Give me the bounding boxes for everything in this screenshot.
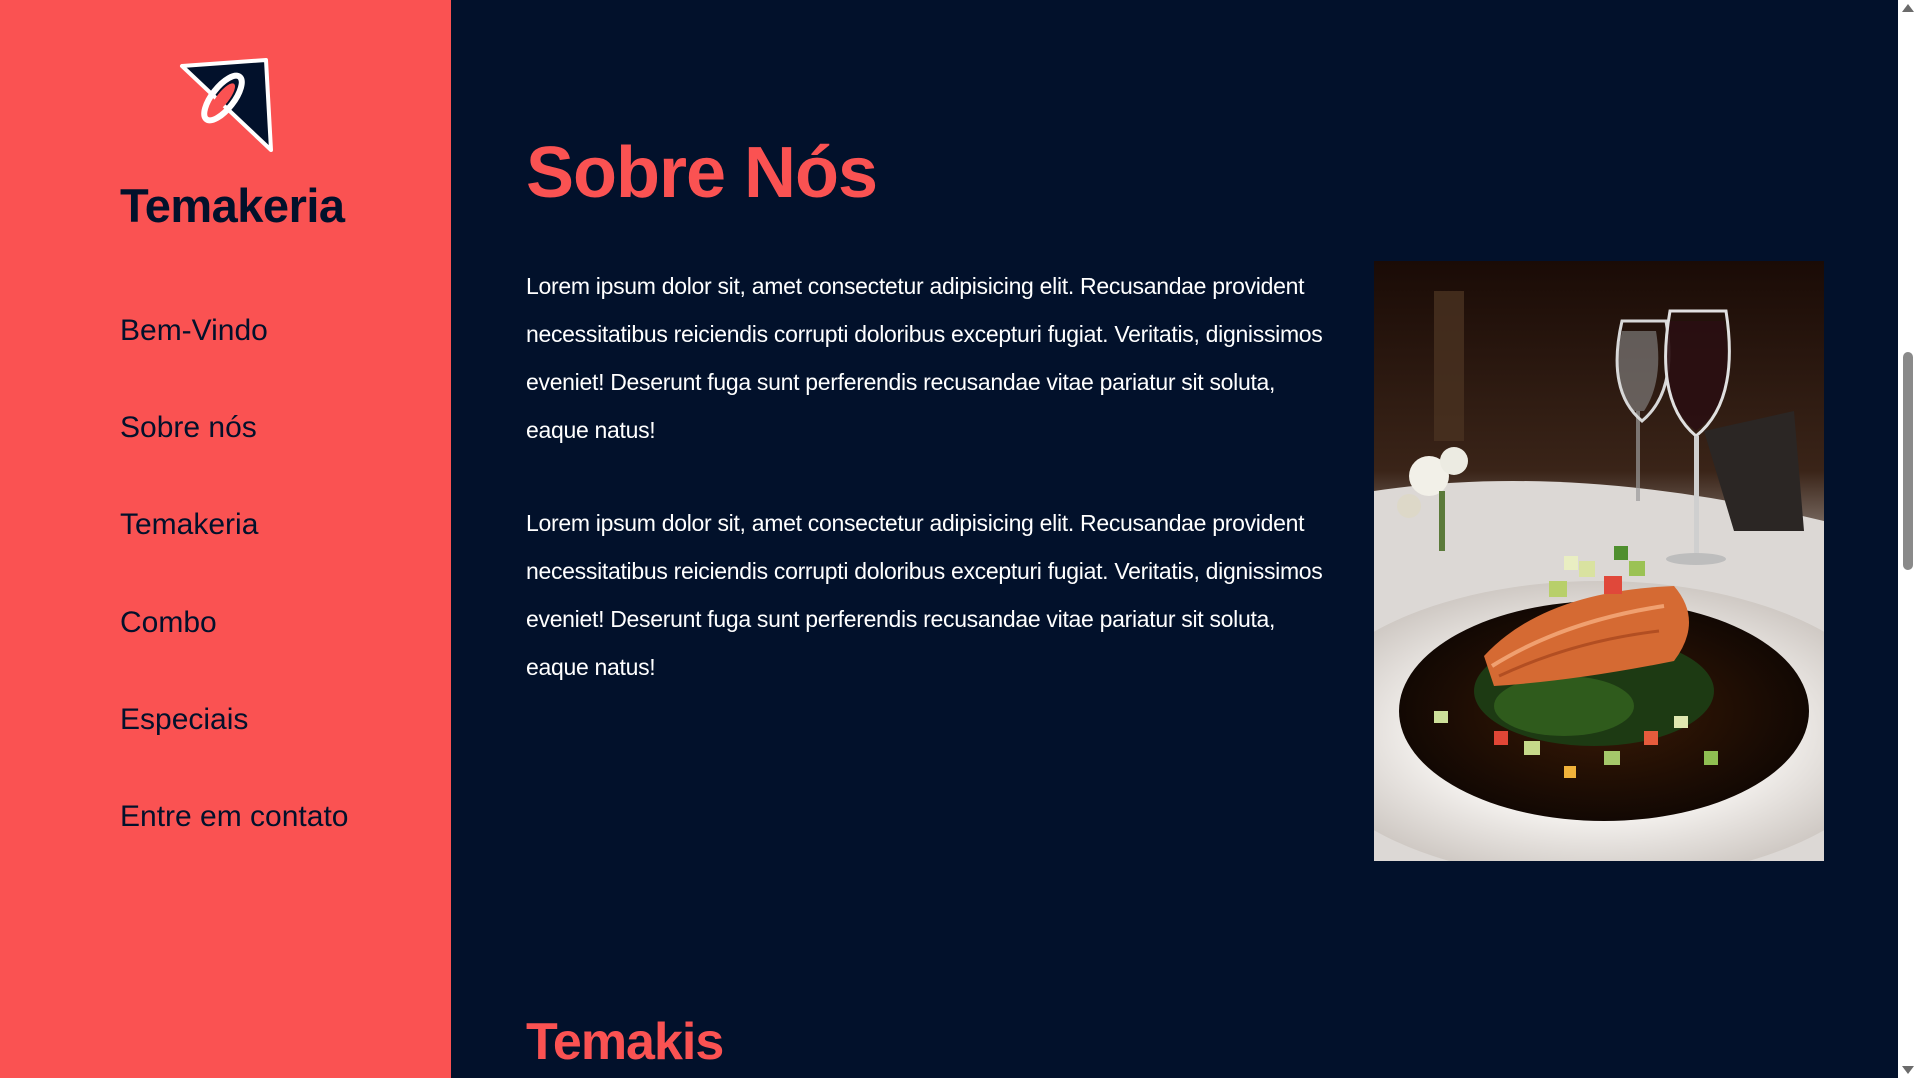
nav-item-combo[interactable]: Combo bbox=[120, 606, 217, 640]
nav-item-temakeria[interactable]: Temakeria bbox=[120, 508, 258, 542]
nav-item-entre-em-contato[interactable]: Entre em contato bbox=[120, 800, 348, 834]
nav-item-sobre-nos[interactable]: Sobre nós bbox=[120, 411, 257, 445]
temakeria-logo-icon[interactable] bbox=[178, 58, 274, 154]
scroll-up-arrow-icon[interactable] bbox=[1902, 4, 1914, 12]
nav-item-bem-vindo[interactable]: Bem-Vindo bbox=[120, 314, 268, 348]
section-title: Sobre Nós bbox=[526, 133, 878, 213]
brand-name: Temakeria bbox=[120, 179, 345, 232]
next-section-title: Temakis bbox=[526, 1013, 724, 1071]
sidebar: Temakeria Bem-Vindo Sobre nós Temakeria … bbox=[0, 0, 451, 1078]
about-paragraph: Lorem ipsum dolor sit, amet consectetur … bbox=[526, 510, 1323, 680]
main-content: Sobre Nós Lorem ipsum dolor sit, amet co… bbox=[451, 0, 1898, 1078]
nav-item-especiais[interactable]: Especiais bbox=[120, 703, 248, 737]
about-paragraph: Lorem ipsum dolor sit, amet consectetur … bbox=[526, 273, 1323, 443]
scrollbar-thumb[interactable] bbox=[1903, 352, 1913, 570]
scrollbar[interactable] bbox=[1898, 0, 1918, 1078]
salmon-dish-photo bbox=[1374, 261, 1824, 861]
scroll-down-arrow-icon[interactable] bbox=[1902, 1066, 1914, 1074]
